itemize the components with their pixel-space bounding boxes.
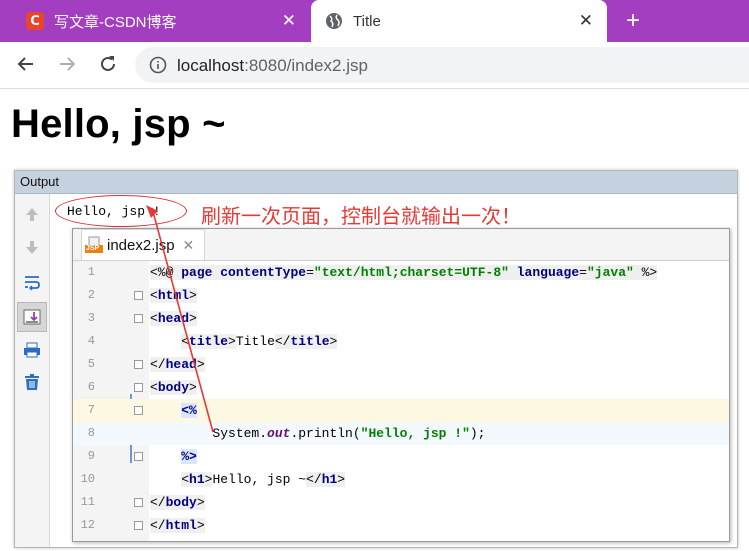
url-bar[interactable]: localhost:8080/index2.jsp [135, 47, 749, 83]
close-editor-tab-icon[interactable]: ✕ [183, 237, 195, 254]
ide-output-panel: Output Hello, jsp ! 刷新一次页面，控制台就输出一次！ JSP… [14, 170, 738, 548]
code-text: <%@ page contentType="text/html;charset=… [150, 265, 658, 280]
fold-marker-icon[interactable] [134, 521, 143, 530]
line-number: 3 [87, 311, 95, 325]
tab-title-active[interactable]: Title ✕ [311, 0, 607, 42]
url-host: localhost [177, 56, 245, 75]
fold-marker-icon[interactable] [134, 291, 143, 300]
editor-tab-name: index2.jsp [107, 236, 175, 254]
code-text: </html> [150, 518, 205, 533]
code-text: <% [181, 403, 197, 418]
tab-csdn[interactable]: C 写文章-CSDN博客 ✕ [14, 0, 310, 42]
code-text: System.out.println("Hello, jsp !"); [150, 426, 486, 441]
info-icon [149, 56, 167, 74]
code-text: <title>Title</title> [181, 334, 338, 349]
reload-icon [101, 56, 115, 71]
code-line: 9 %> [73, 445, 729, 468]
line-number: 9 [87, 449, 95, 463]
code-line: 11 </body> [73, 491, 729, 514]
back-button[interactable] [14, 52, 38, 76]
code-editor-window: JSP index2.jsp ✕ 1 <%@ page contentType=… [72, 228, 730, 542]
code-line: 12 </html> [73, 514, 729, 537]
code-line: 6 <body> [73, 376, 729, 399]
back-arrow-icon [17, 57, 33, 71]
code-line: 5 </head> [73, 353, 729, 376]
code-line: 2 <html> [73, 284, 729, 307]
code-text: </body> [150, 495, 205, 510]
line-number: 7 [87, 403, 95, 417]
output-toolbar [15, 194, 50, 547]
arrow-up-icon[interactable] [22, 204, 42, 224]
new-tab-button[interactable]: + [626, 7, 640, 35]
close-tab-icon[interactable]: ✕ [579, 11, 593, 31]
highlight-ellipse [55, 195, 187, 227]
url-path: :8080/index2.jsp [244, 56, 368, 75]
fold-marker-icon[interactable] [134, 406, 143, 415]
annotation-text: 刷新一次页面，控制台就输出一次！ [201, 204, 521, 228]
page-heading: Hello, jsp ~ [11, 102, 226, 146]
print-icon[interactable] [22, 340, 42, 360]
close-tab-icon[interactable]: ✕ [282, 11, 296, 31]
fold-marker-icon[interactable] [134, 383, 143, 392]
code-line: 1 <%@ page contentType="text/html;charse… [73, 261, 729, 284]
output-title: Output [15, 171, 737, 194]
code-text: <head> [150, 311, 197, 326]
line-number: 5 [87, 357, 95, 371]
line-number: 2 [87, 288, 95, 302]
trash-icon[interactable] [22, 372, 42, 392]
reload-button[interactable] [96, 52, 120, 76]
jsp-file-icon: JSP [85, 236, 103, 254]
code-text: <h1>Hello, jsp ~</h1> [181, 472, 346, 487]
arrow-down-icon[interactable] [22, 238, 42, 258]
line-number: 10 [80, 472, 95, 486]
line-number: 1 [87, 265, 95, 279]
jsp-badge: JSP [86, 245, 100, 252]
editor-tab-index2[interactable]: JSP index2.jsp ✕ [81, 229, 206, 260]
line-number: 12 [80, 518, 95, 532]
tab-title: 写文章-CSDN博客 [54, 13, 177, 31]
code-text: <body> [150, 380, 197, 395]
csdn-logo-icon: C [26, 12, 44, 30]
forward-arrow-icon [60, 57, 76, 71]
code-line: 7 <% [73, 399, 729, 422]
code-text: </head> [150, 357, 205, 372]
line-number: 6 [87, 380, 95, 394]
address-toolbar: localhost:8080/index2.jsp [0, 42, 749, 89]
code-text: <html> [150, 288, 197, 303]
url-text: localhost:8080/index2.jsp [177, 56, 368, 76]
editor-tab-bar: JSP index2.jsp ✕ [73, 229, 729, 261]
line-number: 11 [80, 495, 95, 509]
code-area[interactable]: 1 <%@ page contentType="text/html;charse… [73, 261, 729, 541]
fold-marker-icon[interactable] [134, 360, 143, 369]
wrap-icon[interactable] [22, 272, 42, 292]
code-line: 4 <title>Title</title> [73, 330, 729, 353]
tab-title: Title [353, 12, 381, 30]
fold-marker-icon[interactable] [134, 452, 143, 461]
code-text: %> [181, 449, 197, 464]
code-line: 3 <head> [73, 307, 729, 330]
globe-icon [325, 12, 343, 30]
fold-marker-icon[interactable] [134, 314, 143, 323]
forward-button[interactable] [55, 52, 79, 76]
line-number: 8 [87, 426, 95, 440]
code-line: 10 <h1>Hello, jsp ~</h1> [73, 468, 729, 491]
scroll-to-end-icon[interactable] [17, 302, 47, 332]
code-line: 8 System.out.println("Hello, jsp !"); [73, 422, 729, 445]
line-number: 4 [87, 334, 95, 348]
fold-marker-icon[interactable] [134, 498, 143, 507]
browser-tab-bar: C 写文章-CSDN博客 ✕ Title ✕ + [0, 0, 749, 42]
